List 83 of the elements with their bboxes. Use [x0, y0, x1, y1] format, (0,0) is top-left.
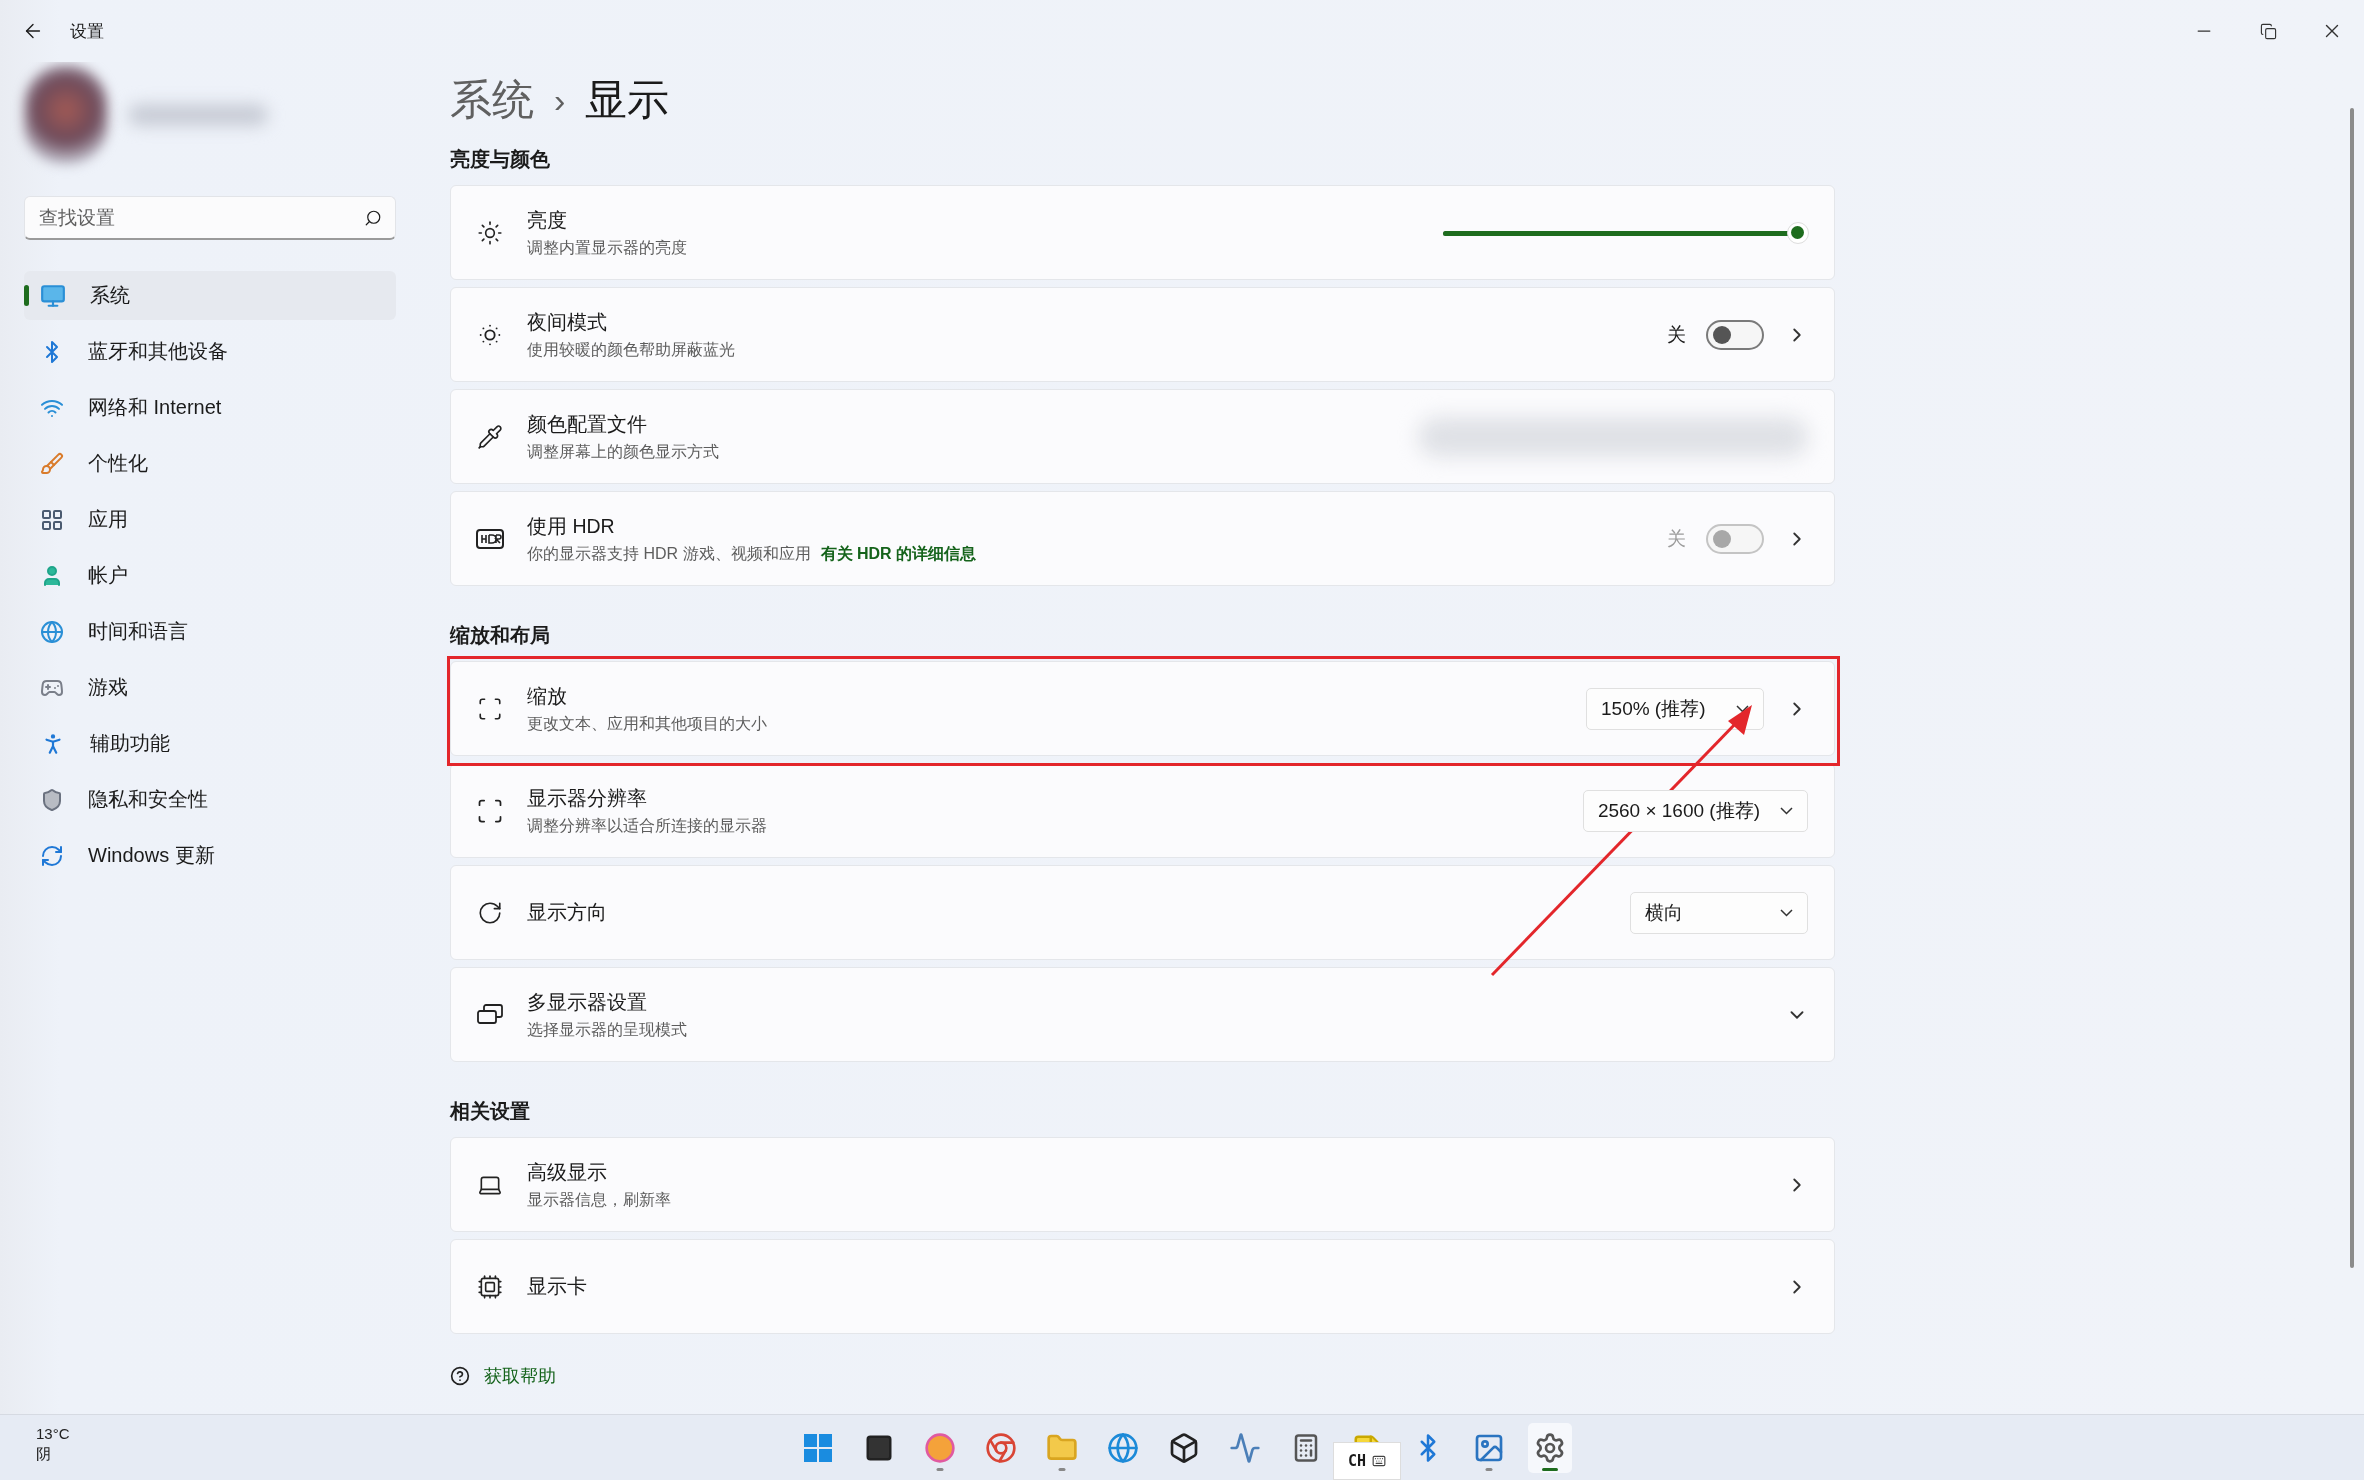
help-icon [450, 1366, 470, 1386]
breadcrumb-link[interactable]: 系统 [450, 72, 534, 128]
setting-description: 选择显示器的呈现模式 [527, 1019, 688, 1040]
graphics-card-icon [477, 1273, 503, 1300]
weather-condition: 阴 [36, 1445, 52, 1464]
dropdown[interactable]: 横向 [1630, 891, 1808, 934]
search-field[interactable]: 查找设置 [24, 196, 396, 240]
apps-icon [40, 507, 64, 532]
setting-title: 缩放 [527, 683, 568, 709]
restore-icon[interactable] [2259, 22, 2277, 40]
scale-icon [477, 695, 503, 722]
toggle-switch[interactable] [1706, 319, 1764, 350]
setting-description: 更改文本、应用和其他项目的大小 [527, 713, 768, 734]
setting-title: 夜间模式 [527, 309, 608, 335]
nav-item[interactable]: 系统 [24, 271, 396, 320]
setting-description: 调整屏幕上的颜色显示方式 [527, 441, 720, 462]
breadcrumb-separator: › [554, 80, 566, 120]
nav-item[interactable]: 网络和 Internet [24, 383, 396, 432]
dropdown[interactable]: 150% (推荐) [1586, 687, 1764, 730]
nav-item[interactable]: 辅助功能 [24, 719, 396, 768]
dropdown[interactable]: 2560 × 1600 (推荐) [1582, 789, 1808, 832]
weather-temperature: 13°C [36, 1425, 70, 1442]
colorful-circle-icon [924, 1431, 956, 1464]
setting-description: 使用较暖的颜色帮助屏蔽蓝光 [527, 339, 736, 360]
toggle-state: 关 [1667, 526, 1686, 551]
section-title: 亮度与颜色 [450, 147, 551, 172]
setting-card[interactable]: 颜色配置文件 调整屏幕上的颜色显示方式 [450, 389, 1835, 484]
setting-title: 显示方向 [527, 900, 608, 925]
section-title: 缩放和布局 [450, 623, 551, 648]
monitors-icon [476, 1002, 504, 1027]
setting-description: 你的显示器支持 HDR 游戏、视频和应用 有关 HDR 的详细信息 [527, 543, 978, 564]
chart-icon [1229, 1431, 1261, 1464]
globe-icon [40, 619, 64, 644]
setting-card[interactable]: 显示卡 [450, 1239, 1835, 1334]
nav-item[interactable]: 个性化 [24, 439, 396, 488]
brush-icon [40, 451, 64, 476]
setting-description: 显示器信息，刷新率 [527, 1189, 672, 1210]
setting-card[interactable]: 显示方向 横向 [450, 865, 1835, 960]
rotate-icon [477, 899, 503, 926]
nav-item[interactable]: 应用 [24, 495, 396, 544]
search-icon[interactable] [364, 209, 382, 227]
settings-icon [1534, 1431, 1566, 1464]
taskbar-app[interactable] [1528, 1422, 1572, 1473]
eyedropper-icon [477, 423, 503, 450]
toggle-state: 关 [1667, 322, 1686, 347]
nav-item[interactable]: 蓝牙和其他设备 [24, 327, 396, 376]
setting-card[interactable]: 亮度 调整内置显示器的亮度 [450, 185, 1835, 280]
monitor-icon [40, 282, 66, 309]
setting-card[interactable]: 夜间模式 使用较暖的颜色帮助屏蔽蓝光 关 [450, 287, 1835, 382]
nav-item[interactable]: 游戏 [24, 663, 396, 712]
hdr-icon [476, 528, 504, 549]
page-title: 显示 [585, 75, 670, 125]
window-title: 设置 [70, 20, 104, 43]
setting-title: 亮度 [527, 207, 568, 233]
setting-card[interactable]: 缩放 更改文本、应用和其他项目的大小 150% (推荐) [450, 661, 1835, 756]
keyboard-icon [1372, 1454, 1387, 1468]
setting-title: 多显示器设置 [527, 989, 648, 1015]
nav-item[interactable]: Windows 更新 [24, 831, 396, 880]
help-link[interactable]: 获取帮助 [450, 1364, 2364, 1388]
setting-title: 颜色配置文件 [527, 411, 648, 437]
nav-item[interactable]: 隐私和安全性 [24, 775, 396, 824]
nav-item[interactable]: 时间和语言 [24, 607, 396, 656]
windows-logo-icon [803, 1432, 833, 1463]
sun-icon [477, 219, 503, 246]
caret-icon [1780, 806, 1793, 815]
setting-card[interactable]: 高级显示 显示器信息，刷新率 [450, 1137, 1835, 1232]
input-method-tooltip[interactable]: CH [1333, 1442, 1401, 1480]
setting-title: 显示器分辨率 [527, 785, 648, 811]
setting-title: 高级显示 [527, 1159, 608, 1185]
setting-description: 调整内置显示器的亮度 [527, 237, 688, 258]
box-icon [1168, 1431, 1200, 1464]
scrollbar[interactable] [2350, 108, 2354, 1268]
section-title: 相关设置 [450, 1099, 531, 1124]
setting-description: 调整分辨率以适合所连接的显示器 [527, 815, 768, 836]
setting-card[interactable]: 显示器分辨率 调整分辨率以适合所连接的显示器 2560 × 1600 (推荐) [450, 763, 1835, 858]
shield-icon [40, 787, 64, 812]
caret-icon [1780, 908, 1793, 917]
nav-item[interactable]: 帐户 [24, 551, 396, 600]
caret-icon [1736, 704, 1749, 713]
setting-card[interactable]: 多显示器设置 选择显示器的呈现模式 [450, 967, 1835, 1062]
setting-title: 显示卡 [527, 1274, 588, 1299]
setting-title: 使用 HDR [527, 513, 616, 539]
update-icon [40, 843, 64, 868]
